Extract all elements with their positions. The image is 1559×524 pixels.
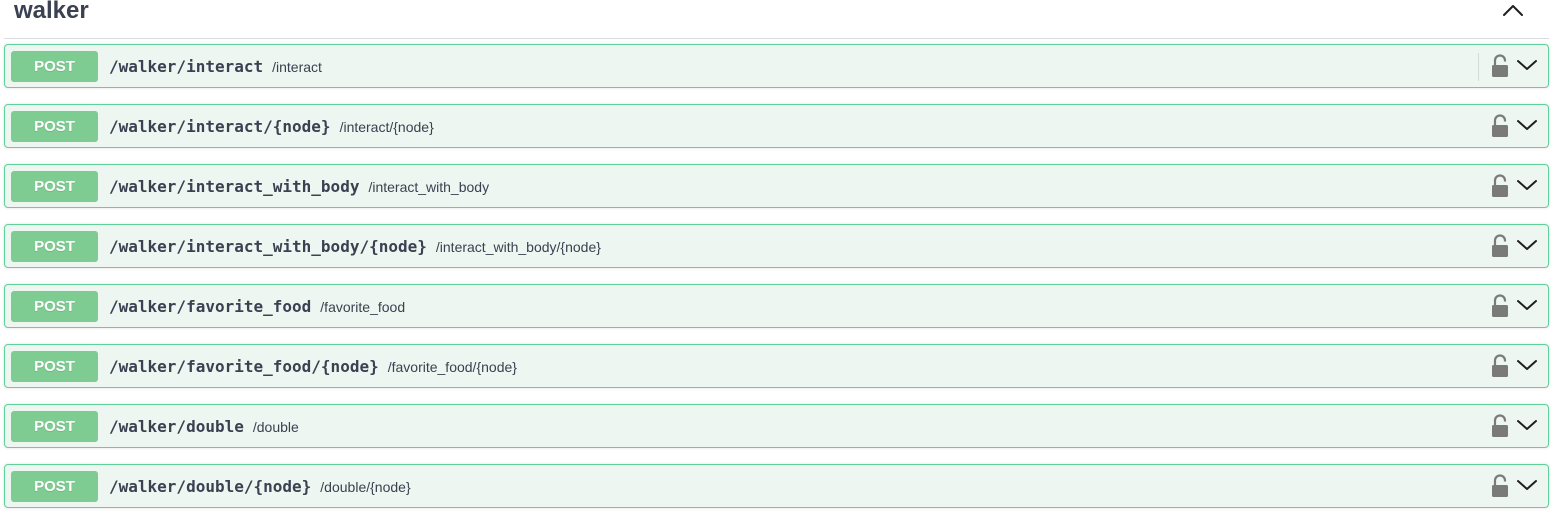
operation-row[interactable]: POST /walker/favorite_food/{node} /favori… — [4, 344, 1549, 388]
tag-section-header[interactable]: walker — [4, 0, 1549, 39]
chevron-down-icon[interactable] — [1516, 418, 1538, 432]
path-text: /walker/double/{node} — [109, 477, 312, 496]
method-badge: POST — [11, 171, 98, 202]
operation-summary: /double — [252, 419, 299, 435]
chevron-down-icon[interactable] — [1516, 298, 1538, 312]
path-text: /walker/interact_with_body — [109, 177, 360, 196]
operation-summary: /interact_with_body/{node} — [435, 239, 601, 255]
operation-row[interactable]: POST /walker/interact_with_body/{node} /i… — [4, 224, 1549, 268]
path-text: /walker/double — [109, 417, 244, 436]
chevron-down-icon[interactable] — [1516, 358, 1538, 372]
chevron-down-icon[interactable] — [1516, 238, 1538, 252]
chevron-down-icon[interactable] — [1516, 58, 1538, 72]
operation-path: /walker/interact_with_body/interact_with… — [109, 176, 489, 198]
method-badge: POST — [11, 51, 98, 82]
unlocked-padlock-icon[interactable] — [1491, 474, 1509, 498]
operation-summary: /favorite_food — [320, 299, 406, 315]
operation-path: /walker/double/{node} /double/{node} — [109, 476, 411, 498]
method-badge: POST — [11, 291, 98, 322]
method-badge: POST — [11, 111, 98, 142]
operation-row[interactable]: POST /walker/interact/interact — [4, 44, 1549, 88]
method-badge: POST — [11, 471, 98, 502]
operation-path: /walker/double/double — [109, 416, 299, 438]
operation-row[interactable]: POST /walker/interact/{node} /interact/{n… — [4, 104, 1549, 148]
unlocked-padlock-icon[interactable] — [1491, 174, 1509, 198]
operation-path: /walker/favorite_food/favorite_food — [109, 296, 405, 318]
path-text: /walker/interact_with_body/{node} — [109, 237, 427, 256]
chevron-up-icon[interactable] — [1501, 2, 1525, 18]
unlocked-padlock-icon[interactable] — [1491, 114, 1509, 138]
operation-path: /walker/interact_with_body/{node} /intera… — [109, 236, 601, 258]
method-badge: POST — [11, 411, 98, 442]
chevron-down-icon[interactable] — [1516, 118, 1538, 132]
operation-path: /walker/interact/interact — [109, 56, 322, 78]
unlocked-padlock-icon[interactable] — [1491, 414, 1509, 438]
operation-summary: /favorite_food/{node} — [387, 359, 517, 375]
operation-row[interactable]: POST /walker/interact_with_body/interact… — [4, 164, 1549, 208]
tag-title: walker — [14, 0, 89, 24]
operation-row[interactable]: POST /walker/double/double — [4, 404, 1549, 448]
path-text: /walker/interact/{node} — [109, 117, 331, 136]
method-badge: POST — [11, 351, 98, 382]
operation-path: /walker/interact/{node} /interact/{node} — [109, 116, 434, 138]
operation-summary: /interact_with_body — [368, 179, 490, 195]
unlocked-padlock-icon[interactable] — [1491, 354, 1509, 378]
operation-summary: /interact/{node} — [339, 119, 434, 135]
path-text: /walker/interact — [109, 57, 264, 76]
path-text: /walker/favorite_food/{node} — [109, 357, 379, 376]
chevron-down-icon[interactable] — [1516, 178, 1538, 192]
divider — [1478, 53, 1479, 81]
chevron-down-icon[interactable] — [1516, 478, 1538, 492]
operation-path: /walker/favorite_food/{node} /favorite_fo… — [109, 356, 517, 378]
operation-row[interactable]: POST /walker/double/{node} /double/{node} — [4, 464, 1549, 508]
unlocked-padlock-icon[interactable] — [1491, 294, 1509, 318]
operation-row[interactable]: POST /walker/favorite_food/favorite_food — [4, 284, 1549, 328]
unlocked-padlock-icon[interactable] — [1491, 234, 1509, 258]
path-text: /walker/favorite_food — [109, 297, 312, 316]
operations-list: POST /walker/interact/interact POST /wal… — [4, 44, 1549, 524]
unlocked-padlock-icon[interactable] — [1491, 54, 1509, 78]
method-badge: POST — [11, 231, 98, 262]
operation-summary: /interact — [272, 59, 322, 75]
operation-summary: /double/{node} — [320, 479, 411, 495]
